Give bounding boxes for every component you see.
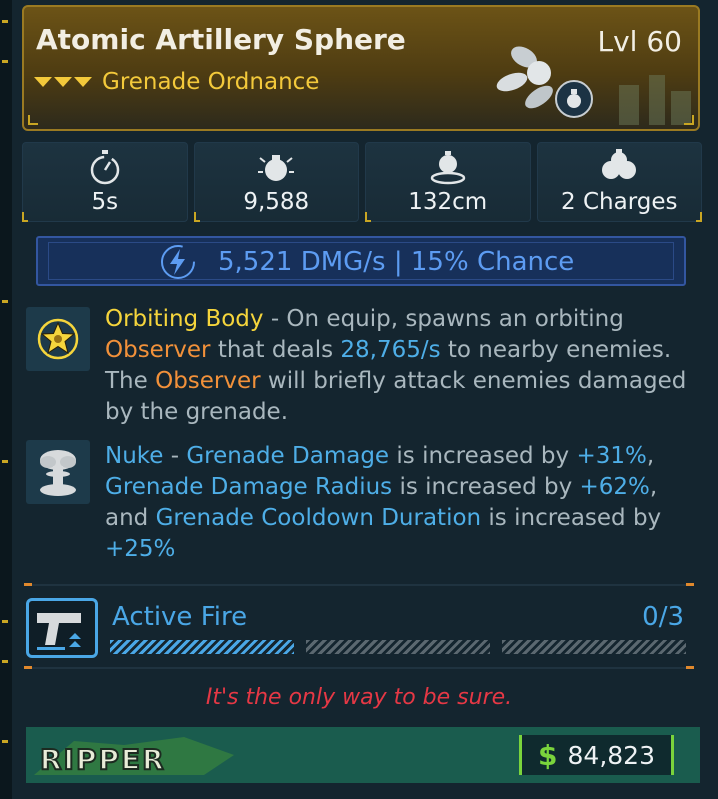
perk-keyword: Grenade Damage Radius [105,474,393,500]
perk-name: Orbiting Body [105,306,264,332]
perk-text-part: is increased by [389,443,577,469]
perk-text-part: - On equip, spawns an orbiting [263,306,624,332]
item-type: Grenade Ordnance [102,69,320,95]
perk-value: +31% [576,443,647,469]
damage-grenade-icon [258,155,295,181]
stats-row: 5s 9,588 132cm 2 Charges [22,142,702,222]
active-fire-icon-box [26,598,98,658]
stat-tick [696,212,702,222]
perk-value: +62% [579,474,650,500]
divider-tick [686,583,694,586]
item-footer: RIPPER $ 84,823 [26,727,700,783]
rarity-chevrons-icon [34,77,92,87]
grenade-art-icon [496,46,593,118]
stat-tick [365,212,371,222]
active-fire-label: Active Fire [112,602,248,632]
stat-cooldown: 5s [22,142,188,222]
star-badge-icon [37,318,79,360]
stat-value: 132cm [408,189,488,215]
perk-icon-box [26,440,90,504]
stat-value: 5s [91,189,119,215]
divider-tick [686,666,694,669]
perk-keyword: Observer [105,337,211,363]
ripper-logo: RIPPER [34,737,234,777]
active-fire-count: 0/3 [642,602,684,632]
mushroom-cloud-icon [40,450,76,496]
pistol-icon [37,613,81,650]
corner-mark [684,115,694,125]
perk-text-part: , [646,443,655,469]
item-header: Atomic Artillery Sphere Lvl 60 Grenade O… [22,5,700,131]
perk-text-part: is increased by [481,505,662,531]
elemental-bar: 5,521 DMG/s | 15% Chance [36,236,686,286]
corner-mark [28,115,38,125]
perk-description: Orbiting Body - On equip, spawns an orbi… [105,304,705,428]
stopwatch-icon [90,150,119,185]
currency-symbol: $ [538,738,558,772]
perk-text-part: - [163,443,187,469]
perk-keyword: Observer [155,368,261,394]
price-box: $ 84,823 [519,735,674,775]
item-level: Lvl 60 [597,25,682,58]
stat-charges: 2 Charges [536,142,702,222]
active-fire-progress [110,640,686,654]
item-type-row: Grenade Ordnance [34,69,319,95]
flavor-text: It's the only way to be sure. [205,685,513,710]
card-edge [0,0,12,799]
stat-value: 2 Charges [561,189,678,215]
perk-text-part: that deals [210,337,341,363]
perk-description: Nuke - Grenade Damage is increased by +3… [105,441,705,565]
perk-name: Nuke [105,443,164,469]
perk-keyword: Grenade Cooldown Duration [155,505,482,531]
elemental-text: 5,521 DMG/s | 15% Chance [218,247,575,277]
divider-tick [24,666,32,669]
perk-value: +25% [105,536,176,562]
perk-icon-box [26,307,90,371]
price-amount: 84,823 [567,740,655,770]
perk-value: 28,765/s [340,337,441,363]
lightning-bolt-icon [161,245,195,279]
stat-radius: 132cm [365,142,531,222]
divider-tick [24,583,32,586]
radius-grenade-icon [430,151,465,185]
progress-segment [502,640,686,654]
svg-text:RIPPER: RIPPER [40,743,166,776]
perk-text-part: is increased by [392,474,580,500]
progress-segment [110,640,294,654]
section-divider [24,584,694,586]
perk-keyword: Grenade Damage [186,443,390,469]
stat-value: 9,588 [243,189,310,215]
section-divider [24,667,694,669]
stat-damage: 9,588 [193,142,359,222]
progress-segment [306,640,490,654]
charges-grenade-icon [602,149,637,179]
item-name: Atomic Artillery Sphere [36,23,406,56]
stat-tick [193,212,200,222]
stat-tick [22,212,28,222]
